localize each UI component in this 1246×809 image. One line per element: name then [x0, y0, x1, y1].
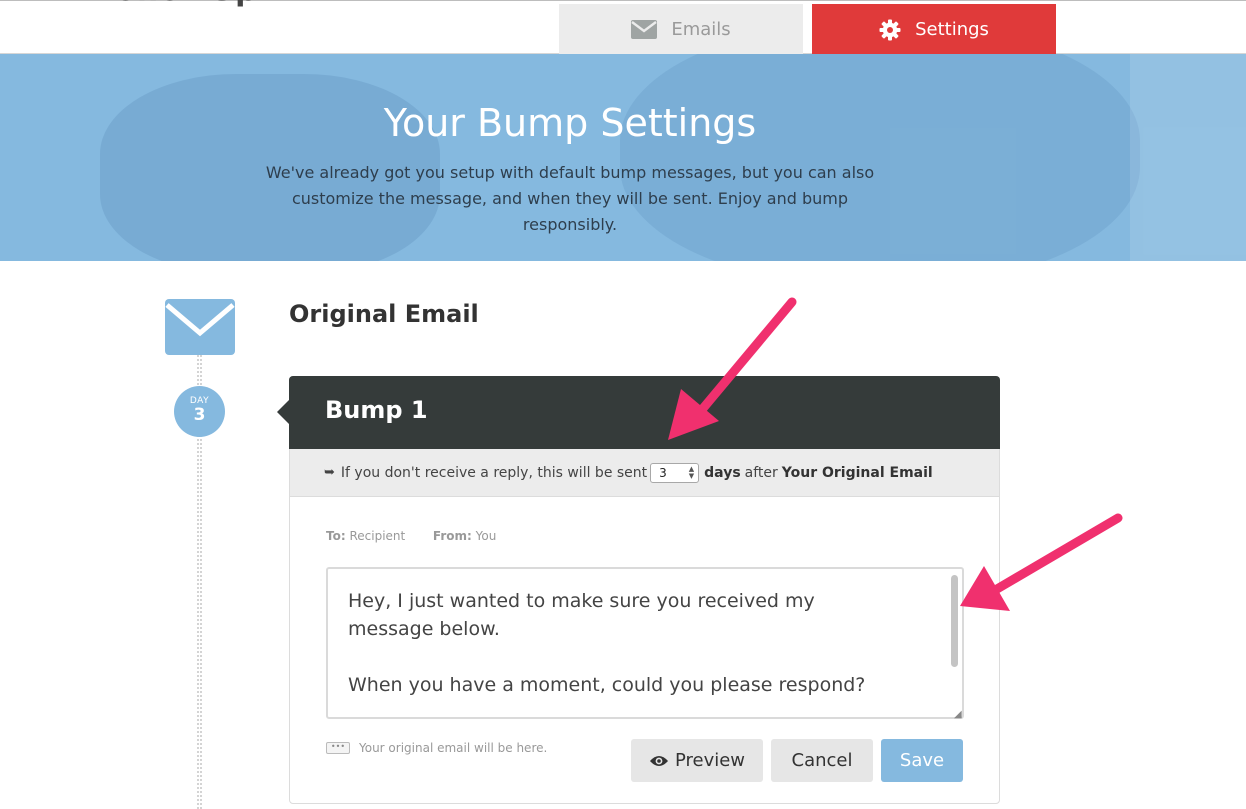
hero-banner: Your Bump Settings We've already got you… — [0, 54, 1246, 261]
eye-icon — [649, 754, 669, 768]
envelope-icon — [631, 20, 658, 39]
tab-emails-label: Emails — [671, 19, 731, 40]
send-arrow-icon: ➥ — [324, 465, 335, 480]
original-email-heading: Original Email — [289, 300, 479, 328]
preview-label: Preview — [674, 750, 746, 771]
save-button[interactable]: Save — [881, 739, 963, 782]
tab-settings[interactable]: Settings — [812, 4, 1056, 63]
bump-card: Bump 1 ➥ If you don't receive a reply, t… — [277, 376, 1000, 804]
to-label: To: — [326, 529, 346, 543]
scrollbar-thumb[interactable] — [951, 575, 958, 667]
page-title: Your Bump Settings — [383, 101, 757, 145]
bump-card-header: Bump 1 — [277, 376, 1000, 449]
from-value: You — [475, 529, 497, 543]
gear-icon — [879, 19, 901, 41]
spinner-arrows-icon[interactable]: ▲ ▼ — [689, 465, 694, 480]
logo[interactable]: FollowUp — [95, 0, 310, 9]
preview-button[interactable]: Preview — [631, 739, 763, 782]
email-meta: To: Recipient From: You — [326, 529, 496, 543]
tab-emails[interactable]: Emails — [559, 4, 803, 55]
send-delay-row: ➥ If you don't receive a reply, this wil… — [290, 449, 999, 497]
days-number-stepper[interactable]: 3 ▲ ▼ — [650, 462, 700, 483]
days-number-value: 3 — [659, 465, 667, 480]
to-value: Recipient — [349, 529, 406, 543]
original-note-text: Your original email will be here. — [359, 741, 548, 755]
send-delay-prefix: If you don't receive a reply, this will … — [340, 464, 648, 481]
textarea-scrollbar[interactable] — [950, 573, 959, 713]
days-label: days — [704, 464, 741, 481]
original-envelope-icon — [165, 299, 235, 355]
original-email-note: ••• Your original email will be here. — [326, 741, 547, 755]
ellipsis-icon[interactable]: ••• — [326, 742, 350, 754]
tab-settings-label: Settings — [915, 19, 989, 40]
message-textarea[interactable]: Hey, I just wanted to make sure you rece… — [326, 567, 964, 719]
from-label: From: — [432, 529, 472, 543]
after-target: Your Original Email — [781, 464, 933, 481]
after-text: after — [744, 464, 778, 481]
day-badge-number: 3 — [193, 405, 206, 425]
top-header: FollowUp Emails — [0, 0, 1246, 63]
day-badge: DAY 3 — [174, 386, 225, 437]
cancel-button[interactable]: Cancel — [771, 739, 873, 782]
resize-handle-icon[interactable]: ◢ — [954, 709, 962, 720]
page-subtitle: We've already got you setup with default… — [265, 163, 875, 234]
bump-title: Bump 1 — [325, 396, 428, 424]
